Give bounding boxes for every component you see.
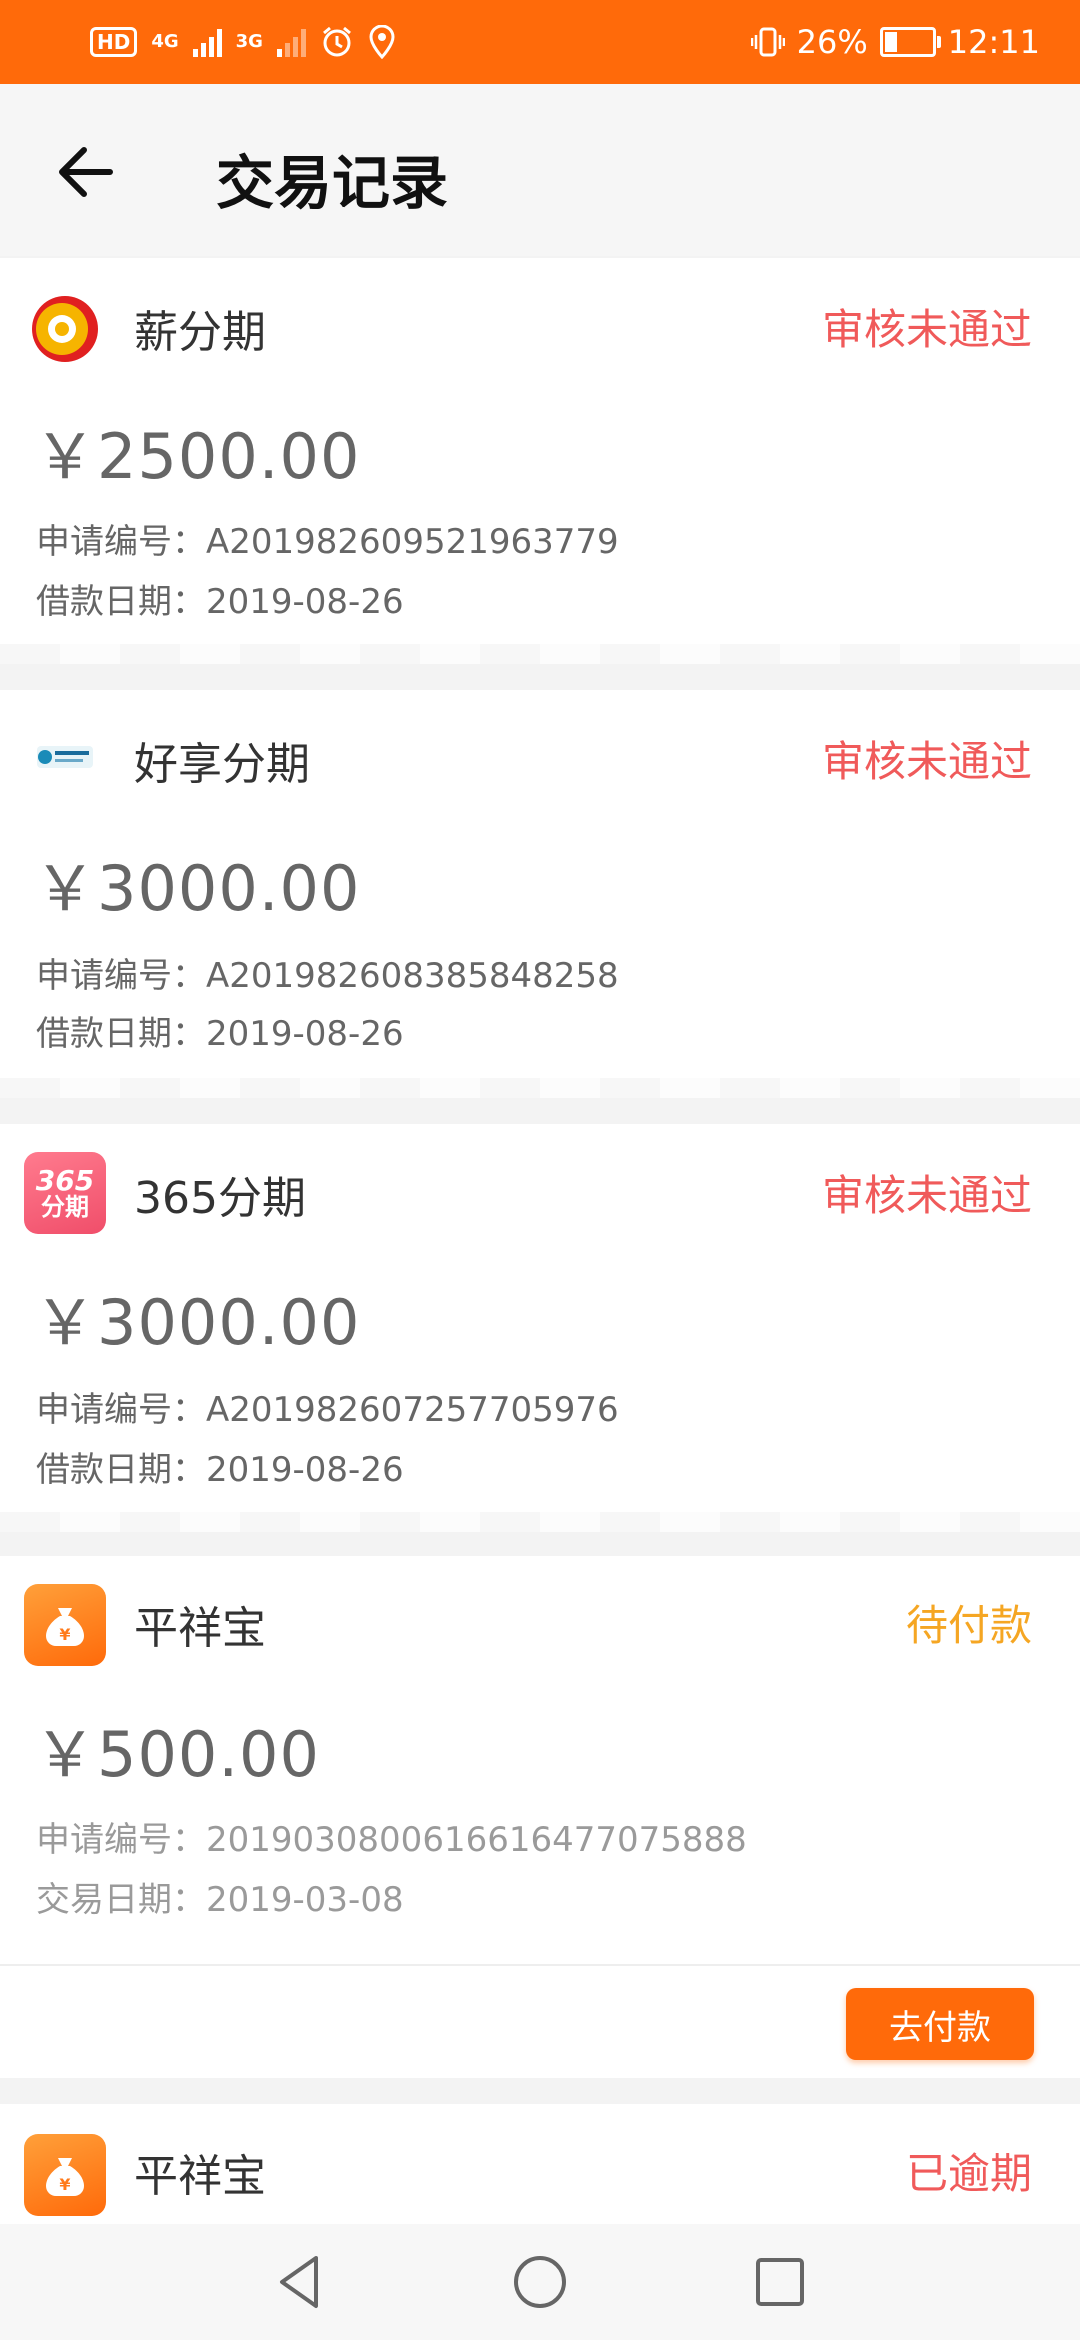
alarm-icon <box>323 26 351 57</box>
xin-fenqi-logo-icon <box>24 288 106 370</box>
back-arrow-icon[interactable] <box>48 132 128 212</box>
network-type-2: 3G <box>235 31 263 52</box>
card-divider <box>0 1512 1080 1532</box>
nav-recents-icon[interactable] <box>748 2250 812 2314</box>
signal-weak-icon <box>276 27 306 57</box>
svg-text:¥: ¥ <box>59 2175 70 2194</box>
clock: 12:11 <box>947 23 1040 61</box>
logo-text-365: 365 <box>35 1164 95 1197</box>
provider-name: 好享分期 <box>134 739 310 790</box>
money-bag-logo-icon: ¥ <box>24 1584 106 1666</box>
pay-now-button[interactable]: 去付款 <box>846 1988 1034 2060</box>
battery-percent: 26% <box>796 23 868 61</box>
loan-date: 借款日期：2019-08-26 <box>36 582 404 622</box>
amount: ￥3000.00 <box>34 852 361 925</box>
money-bag-logo-icon: ¥ <box>24 2134 106 2216</box>
app-header: 交易记录 <box>0 84 1080 256</box>
nav-back-icon[interactable] <box>268 2250 332 2314</box>
card-divider <box>0 644 1080 664</box>
logo-text-fenqi: 分期 <box>41 1193 89 1221</box>
provider-name: 平祥宝 <box>134 1603 266 1654</box>
provider-name: 365分期 <box>134 1173 306 1224</box>
provider-name: 平祥宝 <box>134 2151 266 2202</box>
haoxiang-fenqi-logo-icon <box>24 716 106 798</box>
card-divider <box>0 1078 1080 1098</box>
nav-home-icon[interactable] <box>508 2250 572 2314</box>
amount: ￥500.00 <box>34 1718 320 1791</box>
status-label: 已逾期 <box>905 2149 1032 2198</box>
payment-action-bar: 去付款 <box>0 1964 1080 2078</box>
status-bar: HD 4G 3G 26% 12:11 <box>0 0 1080 84</box>
battery-icon <box>879 27 941 57</box>
transaction-card[interactable]: 365 分期 365分期 审核未通过 ￥3000.00 申请编号：A201982… <box>0 1124 1080 1532</box>
status-label: 审核未通过 <box>821 737 1032 786</box>
amount: ￥3000.00 <box>34 1286 361 1359</box>
provider-name: 薪分期 <box>134 307 266 358</box>
svg-text:¥: ¥ <box>59 1625 70 1644</box>
status-label: 待付款 <box>905 1601 1032 1650</box>
application-number: 申请编号：2019030800616616477075888 <box>36 1820 747 1860</box>
system-navigation-bar <box>0 2224 1080 2340</box>
location-icon <box>369 25 395 59</box>
application-number: 申请编号：A201982607257705976 <box>36 1390 619 1430</box>
application-number: 申请编号：A201982609521963779 <box>36 522 619 562</box>
status-label: 审核未通过 <box>821 1171 1032 1220</box>
transaction-date: 交易日期：2019-03-08 <box>36 1880 404 1920</box>
loan-date: 借款日期：2019-08-26 <box>36 1450 404 1490</box>
page-title: 交易记录 <box>216 149 449 217</box>
transaction-card[interactable]: 好享分期 审核未通过 ￥3000.00 申请编号：A20198260838584… <box>0 690 1080 1098</box>
signal-icon <box>192 27 222 57</box>
365-fenqi-logo-icon: 365 分期 <box>24 1152 106 1234</box>
vibrate-icon <box>750 27 785 57</box>
loan-date: 借款日期：2019-08-26 <box>36 1014 404 1054</box>
network-type-1: 4G <box>151 31 179 52</box>
amount: ￥2500.00 <box>34 420 361 493</box>
status-label: 审核未通过 <box>821 305 1032 354</box>
transaction-card[interactable]: ¥ 平祥宝 待付款 ￥500.00 申请编号：20190308006166164… <box>0 1556 1080 1964</box>
hd-indicator: HD <box>90 27 138 57</box>
application-number: 申请编号：A201982608385848258 <box>36 956 619 996</box>
transaction-card[interactable]: 薪分期 审核未通过 ￥2500.00 申请编号：A201982609521963… <box>0 258 1080 664</box>
transaction-card[interactable]: ¥ 平祥宝 已逾期 <box>0 2104 1080 2224</box>
